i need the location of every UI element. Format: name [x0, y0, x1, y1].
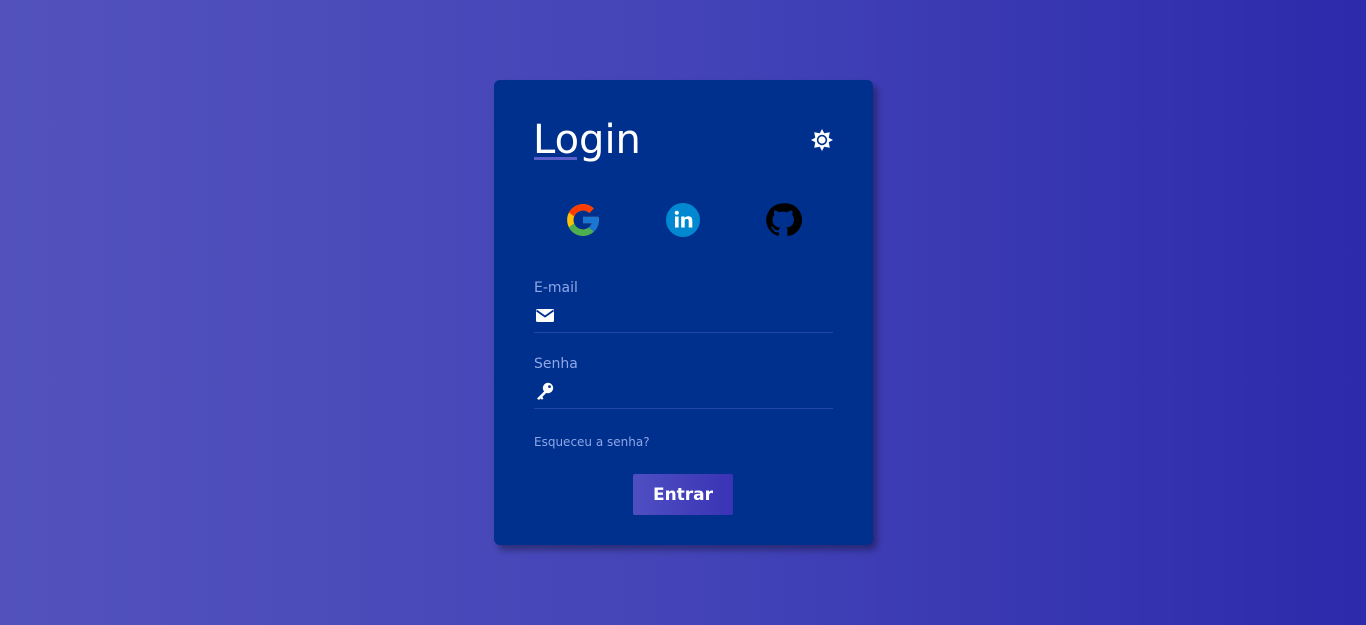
envelope-icon [534, 305, 556, 325]
forgot-password-link[interactable]: Esqueceu a senha? [534, 434, 650, 450]
social-login-row [494, 201, 873, 241]
sun-icon[interactable] [810, 128, 834, 152]
key-icon [534, 381, 556, 401]
password-field[interactable] [564, 378, 833, 406]
email-field[interactable] [564, 302, 833, 330]
linkedin-icon[interactable] [664, 201, 702, 239]
email-label: E-mail [534, 280, 578, 296]
password-field-group: Senha [534, 354, 833, 409]
email-field-group: E-mail [534, 278, 833, 333]
google-icon[interactable] [564, 201, 602, 239]
password-row [534, 374, 833, 409]
email-row [534, 298, 833, 333]
github-icon[interactable] [764, 201, 802, 239]
login-card: Login E-mail Senha Esqueceu a senha? Ent… [494, 80, 873, 545]
title-underline [534, 157, 577, 160]
login-button[interactable]: Entrar [633, 474, 733, 515]
password-label: Senha [534, 356, 578, 372]
